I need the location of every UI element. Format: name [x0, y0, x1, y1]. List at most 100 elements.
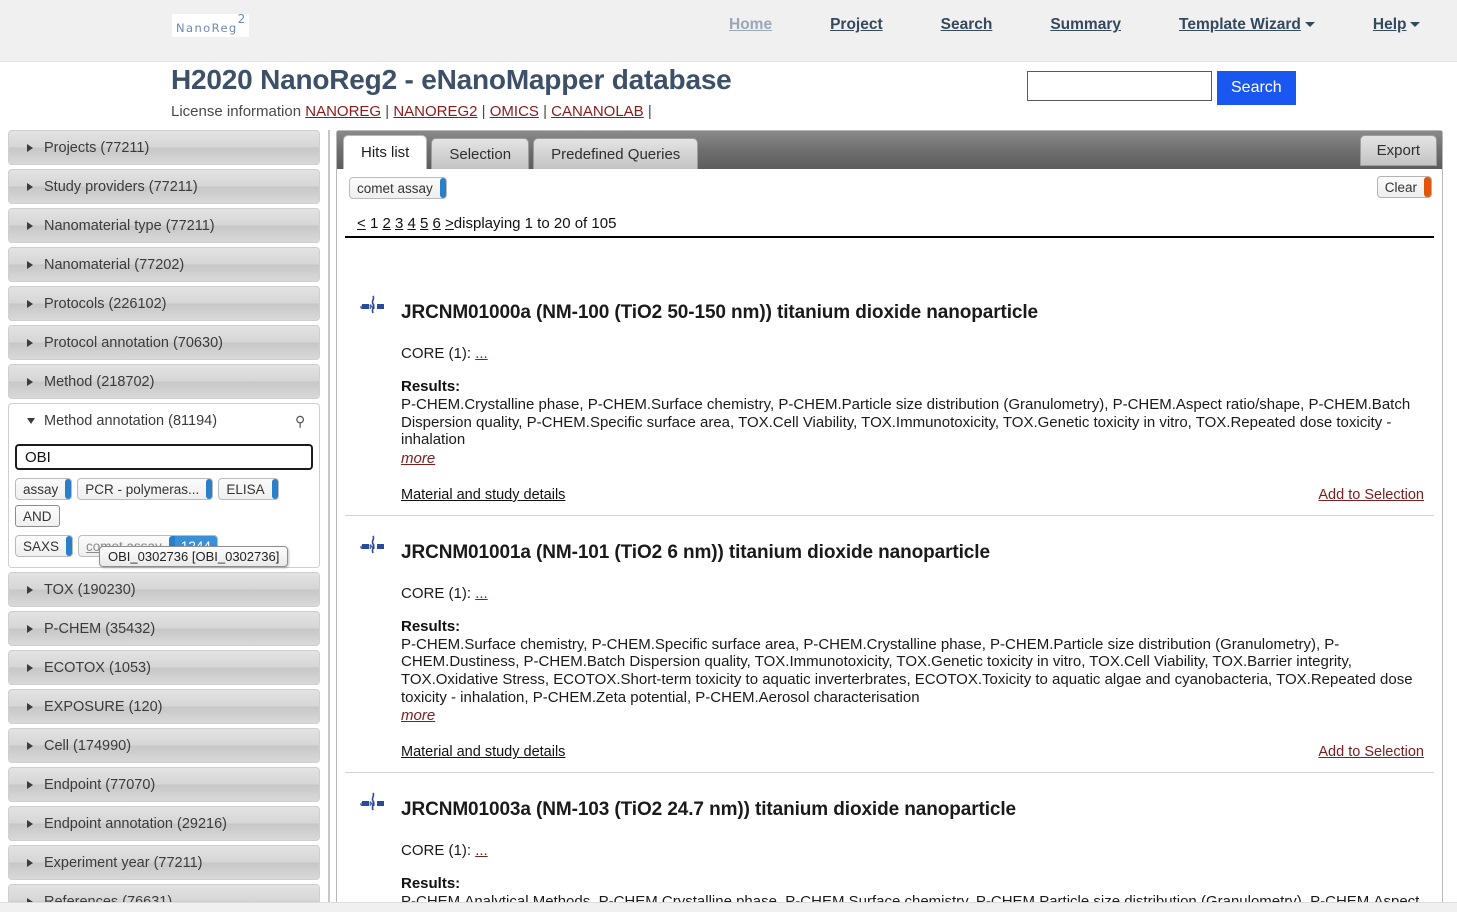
result-core-label: CORE (1): — [401, 585, 471, 602]
magnifier-icon[interactable]: ⚲ — [295, 413, 305, 430]
facet-sidebar: Projects (77211) Study providers (77211)… — [0, 130, 330, 905]
result-core-line: CORE (1): ... — [401, 585, 1424, 602]
clear-button[interactable]: Clear — [1377, 176, 1432, 198]
sidebar-item-study-providers[interactable]: Study providers (77211) — [8, 169, 320, 204]
material-and-study-details-link[interactable]: Material and study details — [401, 487, 565, 503]
add-to-selection-link[interactable]: Add to Selection — [1318, 487, 1424, 503]
facet-label: Endpoint annotation (29216) — [44, 816, 227, 832]
sidebar-item-endpoint[interactable]: Endpoint (77070) — [8, 767, 320, 802]
logo-superscript: 2 — [238, 12, 246, 26]
license-link-cananolab[interactable]: CANANOLAB — [551, 103, 644, 120]
sidebar-item-protocols[interactable]: Protocols (226102) — [8, 286, 320, 321]
license-link-nanoreg[interactable]: NANOREG — [305, 103, 381, 120]
pager-page-5[interactable]: 5 — [420, 215, 428, 232]
pager-page-1[interactable]: 1 — [370, 215, 378, 232]
facet-tag-row-1: assay PCR - polymeras... ELISA AND — [15, 478, 313, 527]
result-core-expand-link[interactable]: ... — [475, 842, 488, 859]
facet-tag-assay[interactable]: assay — [15, 478, 72, 500]
tab-bar: Hits list Selection Predefined Queries E… — [337, 131, 1442, 169]
nanoreg2-logo: NanoReg2 — [172, 14, 249, 37]
result-title[interactable]: JRCNM01001a (NM-101 (TiO2 6 nm)) titaniu… — [401, 542, 1424, 564]
sidebar-item-endpoint-annotation[interactable]: Endpoint annotation (29216) — [8, 806, 320, 841]
results-panel: Hits list Selection Predefined Queries E… — [336, 130, 1443, 905]
result-core-expand-link[interactable]: ... — [475, 345, 488, 362]
result-more-link[interactable]: more — [401, 450, 435, 467]
sidebar-item-method-annotation[interactable]: Method annotation (81194) ⚲ — [8, 403, 320, 438]
nav-link-summary[interactable]: Summary — [1021, 16, 1150, 34]
triangle-right-icon — [27, 664, 33, 672]
active-filter-bar: comet assay Clear — [337, 169, 1442, 209]
result-body: JRCNM01001a (NM-101 (TiO2 6 nm)) titaniu… — [401, 530, 1434, 760]
facet-label: Study providers (77211) — [44, 179, 198, 195]
triangle-right-icon — [27, 625, 33, 633]
tab-selection[interactable]: Selection — [431, 138, 529, 169]
license-separator: | — [478, 103, 490, 120]
triangle-right-icon — [27, 703, 33, 711]
chevron-down-icon — [1305, 22, 1315, 27]
sidebar-item-nanomaterial-type[interactable]: Nanomaterial type (77211) — [8, 208, 320, 243]
license-information: License information NANOREG | NANOREG2 |… — [171, 103, 652, 120]
pager-page-2[interactable]: 2 — [382, 215, 390, 232]
sidebar-item-exposure[interactable]: EXPOSURE (120) — [8, 689, 320, 724]
horizontal-scrollbar[interactable] — [0, 902, 1457, 912]
global-search: Search — [1027, 71, 1296, 105]
tag-knob-icon[interactable] — [65, 479, 72, 499]
nav-link-home[interactable]: Home — [700, 16, 801, 34]
tag-knob-icon[interactable] — [206, 479, 213, 499]
search-input[interactable] — [1027, 71, 1212, 101]
enanomapper-logo-icon: eNM — [345, 530, 401, 760]
nav-link-template-wizard[interactable]: Template Wizard — [1150, 16, 1344, 34]
result-title[interactable]: JRCNM01003a (NM-103 (TiO2 24.7 nm)) tita… — [401, 799, 1424, 821]
tab-predefined-queries[interactable]: Predefined Queries — [533, 138, 698, 169]
facet-tag-saxs[interactable]: SAXS — [15, 535, 73, 557]
export-button[interactable]: Export — [1360, 135, 1437, 166]
tag-knob-icon[interactable] — [272, 479, 279, 499]
sidebar-item-protocol-annotation[interactable]: Protocol annotation (70630) — [8, 325, 320, 360]
add-to-selection-link[interactable]: Add to Selection — [1318, 744, 1424, 760]
sidebar-item-projects[interactable]: Projects (77211) — [8, 130, 320, 165]
triangle-right-icon — [27, 144, 33, 152]
clear-knob-icon[interactable] — [1424, 177, 1431, 197]
facet-tag-elisa[interactable]: ELISA — [218, 478, 278, 500]
facet-label: ECOTOX (1053) — [44, 660, 151, 676]
page-title: H2020 NanoReg2 - eNanoMapper database — [171, 64, 732, 96]
sidebar-item-cell[interactable]: Cell (174990) — [8, 728, 320, 763]
license-prefix: License information — [171, 103, 305, 120]
sidebar-item-method[interactable]: Method (218702) — [8, 364, 320, 399]
sidebar-item-p-chem[interactable]: P-CHEM (35432) — [8, 611, 320, 646]
tag-knob-icon[interactable] — [66, 536, 73, 556]
license-link-omics[interactable]: OMICS — [490, 103, 539, 120]
facet-tag-pcr[interactable]: PCR - polymeras... — [77, 478, 213, 500]
sidebar-item-experiment-year[interactable]: Experiment year (77211) — [8, 845, 320, 880]
page-header: H2020 NanoReg2 - eNanoMapper database Li… — [0, 62, 1457, 130]
pager-prev[interactable]: < — [357, 215, 366, 232]
sidebar-item-nanomaterial[interactable]: Nanomaterial (77202) — [8, 247, 320, 282]
top-navigation-bar: NanoReg2 Home Project Search Summary Tem… — [0, 0, 1457, 62]
pager-page-6[interactable]: 6 — [433, 215, 441, 232]
sidebar-item-tox[interactable]: TOX (190230) — [8, 572, 320, 607]
pager-page-3[interactable]: 3 — [395, 215, 403, 232]
pager-next[interactable]: > — [445, 215, 454, 232]
material-and-study-details-link[interactable]: Material and study details — [401, 744, 565, 760]
search-button[interactable]: Search — [1217, 71, 1296, 105]
nav-link-help[interactable]: Help — [1344, 16, 1450, 34]
result-results-label: Results: — [401, 378, 1424, 395]
result-results-text: P-CHEM.Surface chemistry, P-CHEM.Specifi… — [401, 636, 1424, 706]
tag-knob-icon[interactable] — [440, 178, 447, 198]
result-core-label: CORE (1): — [401, 842, 471, 859]
pager-page-4[interactable]: 4 — [407, 215, 415, 232]
active-filter-comet-assay[interactable]: comet assay — [349, 177, 447, 199]
result-title[interactable]: JRCNM01000a (NM-100 (TiO2 50-150 nm)) ti… — [401, 302, 1424, 324]
facet-operator-and[interactable]: AND — [15, 505, 60, 527]
sidebar-item-ecotox[interactable]: ECOTOX (1053) — [8, 650, 320, 685]
nav-link-project[interactable]: Project — [801, 16, 912, 34]
facet-label: Nanomaterial type (77211) — [44, 218, 215, 234]
result-more-link[interactable]: more — [401, 707, 435, 724]
result-core-expand-link[interactable]: ... — [475, 585, 488, 602]
nav-link-search[interactable]: Search — [912, 16, 1022, 34]
license-link-nanoreg2[interactable]: NANOREG2 — [393, 103, 477, 120]
tab-hits-list[interactable]: Hits list — [343, 135, 427, 169]
facet-term-input[interactable] — [15, 444, 313, 470]
chevron-down-icon — [1410, 22, 1420, 27]
facet-label: Projects (77211) — [44, 140, 149, 156]
